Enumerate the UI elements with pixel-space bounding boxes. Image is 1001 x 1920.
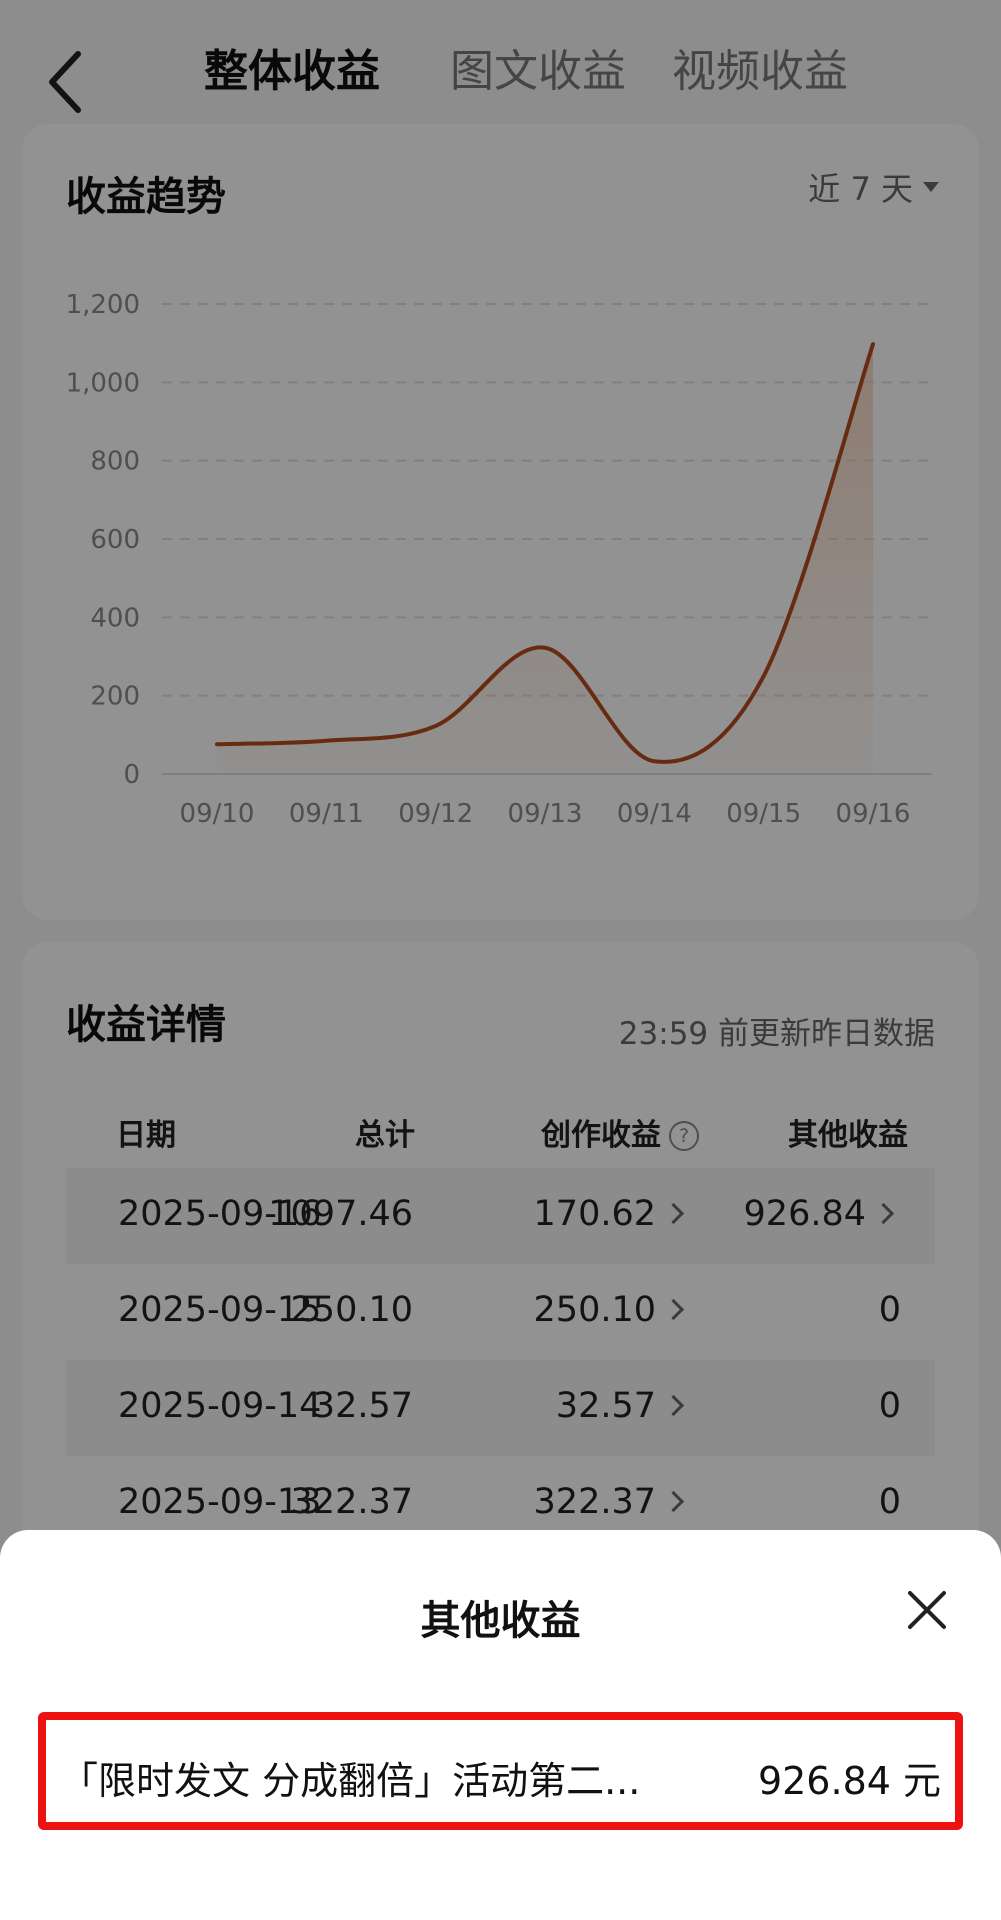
other-income-sheet: 其他收益 「限时发文 分成翻倍」活动第二... 926.84 元 [0,1530,1001,1920]
income-item-name: 「限时发文 分成翻倍」活动第二... [60,1759,641,1803]
income-item-amount: 926.84 元 [757,1759,941,1803]
sheet-title: 其他收益 [420,1598,581,1644]
close-icon[interactable] [905,1588,949,1632]
other-income-item[interactable]: 「限时发文 分成翻倍」活动第二... 926.84 元 [38,1712,963,1830]
